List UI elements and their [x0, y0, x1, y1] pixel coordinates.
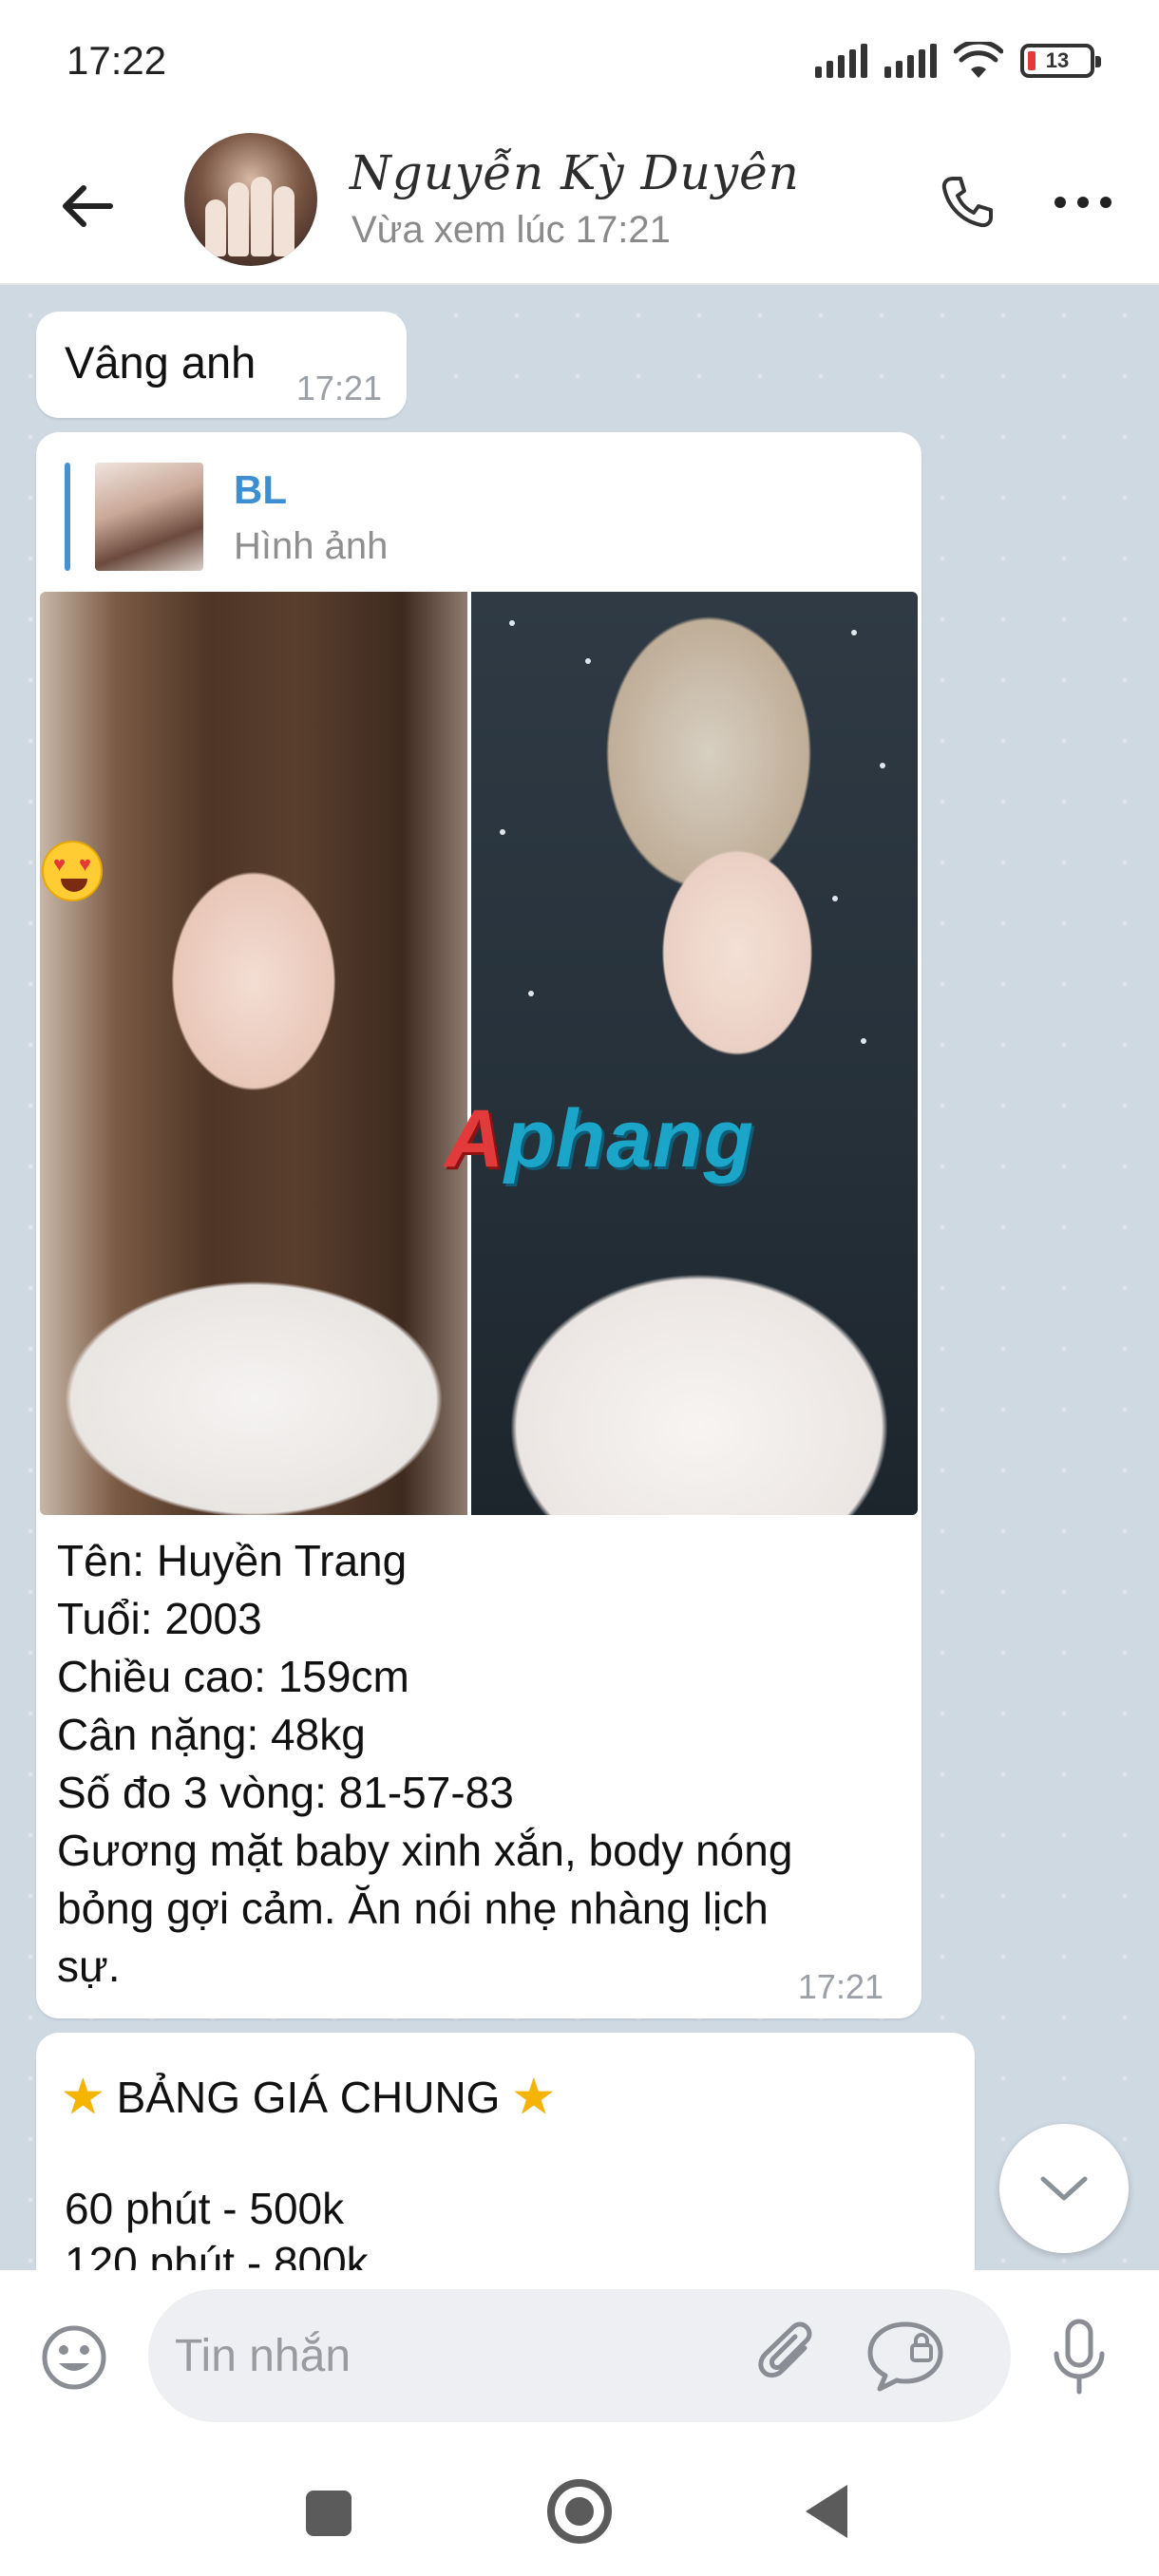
contact-name[interactable]: Nguyễn Kỳ Duyên: [350, 145, 800, 200]
message-time: 17:21: [797, 1967, 884, 2006]
profile-line: Tuổi: 2003: [57, 1594, 262, 1643]
avatar[interactable]: [184, 133, 317, 266]
battery-level: 13: [1045, 48, 1070, 72]
status-icons: 13: [815, 42, 1101, 80]
message-input[interactable]: [175, 2327, 707, 2384]
status-bar: 17:22 13: [0, 0, 1159, 128]
reply-type: Hình ảnh: [234, 525, 389, 567]
reply-thumbnail: [95, 463, 203, 571]
signal-icon: [884, 44, 937, 78]
secret-chat-button[interactable]: [860, 2314, 951, 2399]
phone-icon: [941, 177, 993, 228]
profile-text: Tên: Huyền Trang Tuổi: 2003 Chiều cao: 1…: [57, 1532, 912, 1996]
secret-chat-icon: [867, 2321, 943, 2392]
chat-area[interactable]: Vâng anh 17:21 BL Hình ảnh Aphang Tên: H…: [0, 285, 1159, 2270]
profile-line: bỏng gợi cảm. Ăn nói nhẹ nhàng lịch: [57, 1884, 769, 1933]
scroll-down-button[interactable]: [999, 2124, 1129, 2253]
message-text: Vâng anh: [65, 337, 256, 388]
more-icon: [1054, 197, 1112, 208]
profile-line: Cân nặng: 48kg: [57, 1710, 366, 1759]
price-title: ★ BẢNG GIÁ CHUNG ★: [61, 2069, 556, 2126]
reply-sender: BL: [234, 467, 287, 512]
emoji-icon: [42, 2325, 106, 2390]
message-bubble[interactable]: BL Hình ảnh Aphang Tên: Huyền Trang Tuổi…: [36, 432, 922, 2018]
price-line: 120 phút - 800k: [65, 2238, 369, 2270]
chevron-down-icon: [1040, 2176, 1088, 2201]
chat-header: Nguyễn Kỳ Duyên Vừa xem lúc 17:21: [0, 128, 1159, 285]
recents-button[interactable]: [306, 2491, 352, 2536]
battery-icon: 13: [1020, 44, 1101, 78]
price-title-text: BẢNG GIÁ CHUNG: [116, 2073, 501, 2122]
message-bubble[interactable]: ★ BẢNG GIÁ CHUNG ★ 60 phút - 500k 120 ph…: [36, 2033, 975, 2270]
star-icon: ★: [61, 2070, 105, 2125]
system-nav-bar: [0, 2441, 1159, 2576]
star-icon: ★: [511, 2070, 557, 2125]
profile-line: Chiều cao: 159cm: [57, 1652, 409, 1701]
profile-line: Số đo 3 vòng: 81-57-83: [57, 1768, 514, 1817]
reply-preview[interactable]: BL Hình ảnh: [65, 463, 635, 571]
home-button[interactable]: [547, 2479, 612, 2544]
watermark: Aphang: [445, 1093, 755, 1184]
message-input-bar: [0, 2270, 1159, 2441]
more-options-button[interactable]: [1045, 164, 1121, 240]
photo-right[interactable]: [471, 592, 918, 1515]
mic-icon: [1054, 2319, 1105, 2395]
profile-line: Tên: Huyền Trang: [57, 1536, 408, 1585]
message-bubble[interactable]: Vâng anh 17:21: [36, 312, 407, 418]
system-back-button[interactable]: [806, 2485, 847, 2538]
attach-button[interactable]: [750, 2316, 826, 2396]
profile-line: sự.: [57, 1941, 121, 1991]
price-line: 60 phút - 500k: [65, 2184, 345, 2233]
last-seen-status: Vừa xem lúc 17:21: [352, 209, 671, 251]
reply-bar: [65, 463, 70, 571]
signal-icon: [815, 44, 867, 78]
status-time: 17:22: [66, 38, 167, 83]
voice-record-button[interactable]: [1041, 2314, 1117, 2399]
back-button[interactable]: [49, 168, 125, 244]
wifi-icon: [954, 42, 1003, 78]
back-arrow-icon: [63, 185, 113, 227]
photo-left[interactable]: [40, 592, 467, 1515]
profile-line: Gương mặt baby xinh xắn, body nóng: [57, 1826, 793, 1875]
emoji-button[interactable]: [36, 2320, 112, 2396]
attach-icon: [758, 2321, 812, 2378]
heart-eyes-emoji-icon: [42, 841, 103, 901]
call-button[interactable]: [929, 164, 1005, 240]
message-time: 17:21: [295, 369, 382, 407]
